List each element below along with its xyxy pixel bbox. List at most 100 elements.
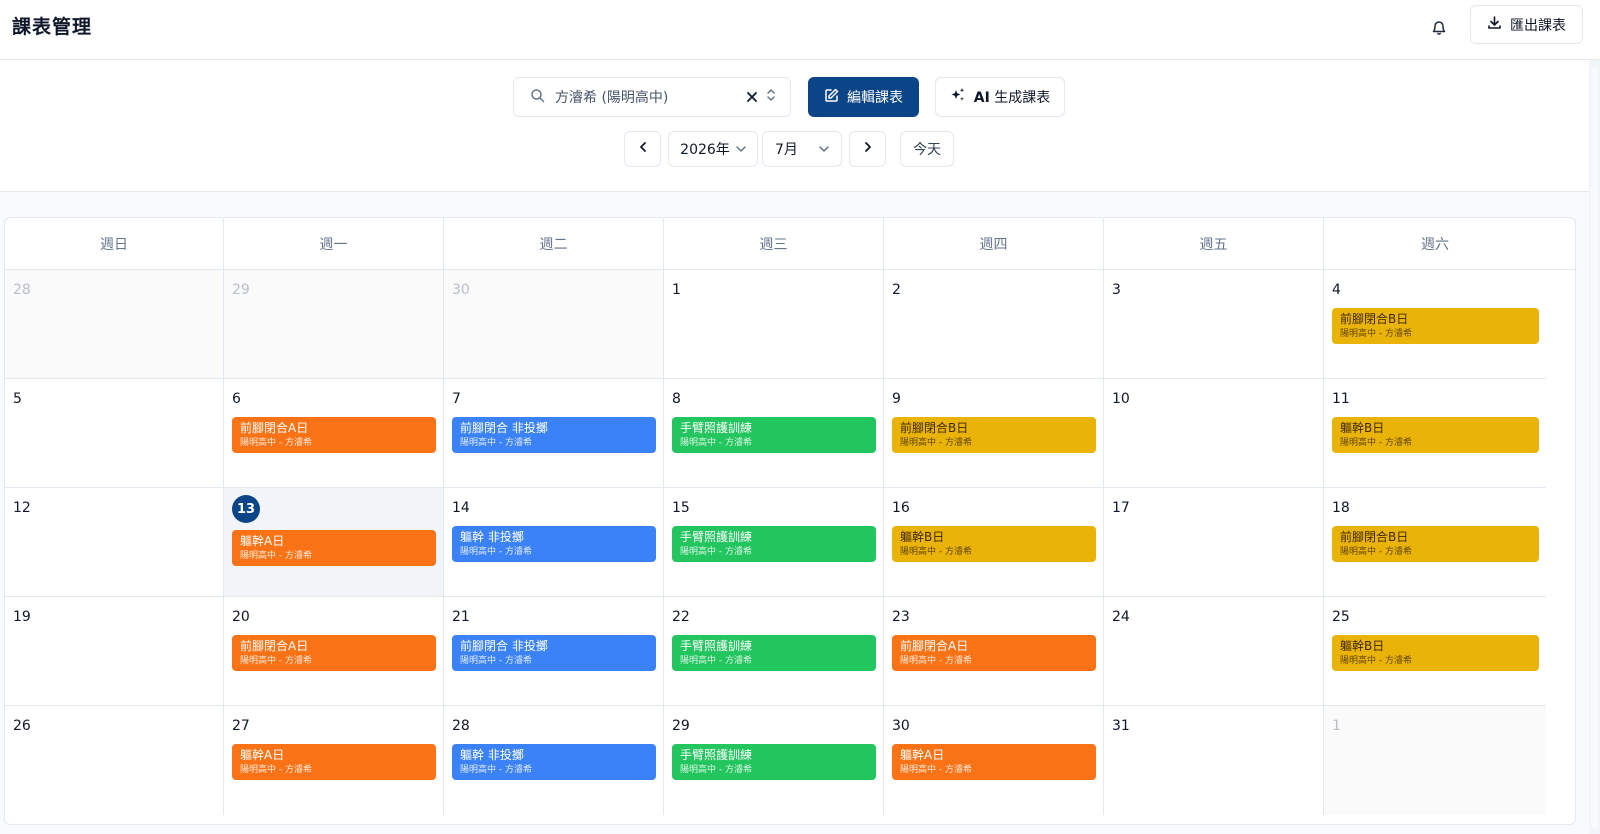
event-subtitle: 陽明高中 - 方濬希	[1340, 329, 1412, 339]
day-cell[interactable]: 6 前腳閉合A日 陽明高中 - 方濬希	[224, 379, 444, 488]
schedule-event[interactable]: 軀幹A日 陽明高中 - 方濬希	[232, 744, 436, 780]
schedule-event[interactable]: 軀幹 非投擲 陽明高中 - 方濬希	[452, 526, 656, 562]
day-cell[interactable]: 30	[444, 270, 664, 379]
ai-generate-schedule-button[interactable]: AI 生成課表	[935, 77, 1065, 117]
weekday-header-row: 週日 週一 週二 週三 週四 週五 週六	[5, 218, 1575, 270]
scrollbar-thumb[interactable]	[1591, 68, 1598, 828]
schedule-event[interactable]: 前腳閉合 非投擲 陽明高中 - 方濬希	[452, 417, 656, 453]
event-subtitle: 陽明高中 - 方濬希	[900, 656, 972, 666]
schedule-event[interactable]: 前腳閉合A日 陽明高中 - 方濬希	[232, 417, 436, 453]
day-number: 24	[1112, 609, 1130, 625]
sparkles-icon	[950, 87, 966, 107]
day-cell[interactable]: 23 前腳閉合A日 陽明高中 - 方濬希	[884, 597, 1104, 706]
event-subtitle: 陽明高中 - 方濬希	[1340, 438, 1412, 448]
day-cell[interactable]: 30 軀幹A日 陽明高中 - 方濬希	[884, 706, 1104, 815]
day-cell[interactable]: 5	[5, 379, 224, 488]
day-number: 18	[1332, 500, 1350, 516]
event-title: 前腳閉合A日	[900, 639, 969, 653]
day-cell[interactable]: 18 前腳閉合B日 陽明高中 - 方濬希	[1324, 488, 1546, 597]
clear-selection-icon[interactable]	[746, 91, 758, 103]
schedule-event[interactable]: 手臂照護訓練 陽明高中 - 方濬希	[672, 417, 876, 453]
today-date-badge: 13	[232, 495, 260, 523]
edit-schedule-button[interactable]: 編輯課表	[808, 77, 919, 117]
event-subtitle: 陽明高中 - 方濬希	[680, 438, 752, 448]
day-cell[interactable]: 3	[1104, 270, 1324, 379]
day-cell[interactable]: 8 手臂照護訓練 陽明高中 - 方濬希	[664, 379, 884, 488]
event-subtitle: 陽明高中 - 方濬希	[240, 765, 312, 775]
day-cell[interactable]: 28	[5, 270, 224, 379]
event-subtitle: 陽明高中 - 方濬希	[1340, 656, 1412, 666]
chevron-up-down-icon[interactable]	[766, 88, 776, 106]
day-number: 14	[452, 500, 470, 516]
schedule-event[interactable]: 手臂照護訓練 陽明高中 - 方濬希	[672, 744, 876, 780]
schedule-event[interactable]: 軀幹A日 陽明高中 - 方濬希	[892, 744, 1096, 780]
day-cell[interactable]: 21 前腳閉合 非投擲 陽明高中 - 方濬希	[444, 597, 664, 706]
day-cell[interactable]: 11 軀幹B日 陽明高中 - 方濬希	[1324, 379, 1546, 488]
day-cell[interactable]: 17	[1104, 488, 1324, 597]
student-select-value: 方濬希 (陽明高中)	[555, 90, 669, 106]
schedule-event[interactable]: 手臂照護訓練 陽明高中 - 方濬希	[672, 526, 876, 562]
chevron-down-icon	[736, 141, 746, 157]
schedule-event[interactable]: 軀幹 非投擲 陽明高中 - 方濬希	[452, 744, 656, 780]
page-scrollbar[interactable]	[1589, 60, 1600, 834]
student-select[interactable]: 方濬希 (陽明高中)	[513, 77, 791, 117]
day-number: 8	[672, 391, 681, 407]
day-cell[interactable]: 31	[1104, 706, 1324, 815]
weekday-label: 週日	[5, 218, 224, 270]
year-select[interactable]: 2026年	[668, 131, 758, 167]
day-cell[interactable]: 20 前腳閉合A日 陽明高中 - 方濬希	[224, 597, 444, 706]
day-cell[interactable]: 29 手臂照護訓練 陽明高中 - 方濬希	[664, 706, 884, 815]
next-month-button[interactable]	[849, 131, 886, 167]
day-cell[interactable]: 1	[1324, 706, 1546, 815]
day-cell[interactable]: 4 前腳閉合B日 陽明高中 - 方濬希	[1324, 270, 1546, 379]
day-cell-today[interactable]: 13 軀幹A日 陽明高中 - 方濬希	[224, 488, 444, 597]
schedule-event[interactable]: 前腳閉合B日 陽明高中 - 方濬希	[892, 417, 1096, 453]
day-number: 28	[452, 718, 470, 734]
day-cell[interactable]: 29	[224, 270, 444, 379]
day-number: 26	[13, 718, 31, 734]
day-cell[interactable]: 12	[5, 488, 224, 597]
day-cell[interactable]: 1	[664, 270, 884, 379]
day-cell[interactable]: 24	[1104, 597, 1324, 706]
event-subtitle: 陽明高中 - 方濬希	[680, 656, 752, 666]
event-subtitle: 陽明高中 - 方濬希	[240, 438, 312, 448]
month-select[interactable]: 7月	[762, 131, 842, 167]
schedule-event[interactable]: 軀幹B日 陽明高中 - 方濬希	[1332, 417, 1539, 453]
day-cell[interactable]: 28 軀幹 非投擲 陽明高中 - 方濬希	[444, 706, 664, 815]
schedule-event[interactable]: 前腳閉合A日 陽明高中 - 方濬希	[232, 635, 436, 671]
day-cell[interactable]: 22 手臂照護訓練 陽明高中 - 方濬希	[664, 597, 884, 706]
day-cell[interactable]: 27 軀幹A日 陽明高中 - 方濬希	[224, 706, 444, 815]
day-cell[interactable]: 10	[1104, 379, 1324, 488]
weekday-label: 週二	[444, 218, 664, 270]
export-schedule-button[interactable]: 匯出課表	[1470, 5, 1583, 44]
day-number: 1	[672, 282, 681, 298]
day-cell[interactable]: 9 前腳閉合B日 陽明高中 - 方濬希	[884, 379, 1104, 488]
schedule-event[interactable]: 前腳閉合 非投擲 陽明高中 - 方濬希	[452, 635, 656, 671]
day-cell[interactable]: 7 前腳閉合 非投擲 陽明高中 - 方濬希	[444, 379, 664, 488]
schedule-event[interactable]: 手臂照護訓練 陽明高中 - 方濬希	[672, 635, 876, 671]
day-cell[interactable]: 14 軀幹 非投擲 陽明高中 - 方濬希	[444, 488, 664, 597]
day-number: 7	[452, 391, 461, 407]
notification-bell-icon[interactable]	[1426, 14, 1452, 40]
previous-month-button[interactable]	[624, 131, 661, 167]
day-cell[interactable]: 15 手臂照護訓練 陽明高中 - 方濬希	[664, 488, 884, 597]
day-number: 11	[1332, 391, 1350, 407]
schedule-event[interactable]: 軀幹B日 陽明高中 - 方濬希	[892, 526, 1096, 562]
day-cell[interactable]: 16 軀幹B日 陽明高中 - 方濬希	[884, 488, 1104, 597]
day-cell[interactable]: 25 軀幹B日 陽明高中 - 方濬希	[1324, 597, 1546, 706]
day-cell[interactable]: 2	[884, 270, 1104, 379]
day-number: 27	[232, 718, 250, 734]
schedule-event[interactable]: 前腳閉合B日 陽明高中 - 方濬希	[1332, 526, 1539, 562]
schedule-event[interactable]: 前腳閉合B日 陽明高中 - 方濬希	[1332, 308, 1539, 344]
day-number: 15	[672, 500, 690, 516]
day-number: 4	[1332, 282, 1341, 298]
day-cell[interactable]: 19	[5, 597, 224, 706]
today-button[interactable]: 今天	[900, 131, 954, 167]
schedule-event[interactable]: 軀幹B日 陽明高中 - 方濬希	[1332, 635, 1539, 671]
app-header: 課表管理 匯出課表	[0, 0, 1600, 60]
day-number: 6	[232, 391, 241, 407]
day-cell[interactable]: 26	[5, 706, 224, 815]
schedule-event[interactable]: 軀幹A日 陽明高中 - 方濬希	[232, 530, 436, 566]
day-number: 30	[892, 718, 910, 734]
schedule-event[interactable]: 前腳閉合A日陽明高中 - 方濬希	[892, 635, 1096, 671]
